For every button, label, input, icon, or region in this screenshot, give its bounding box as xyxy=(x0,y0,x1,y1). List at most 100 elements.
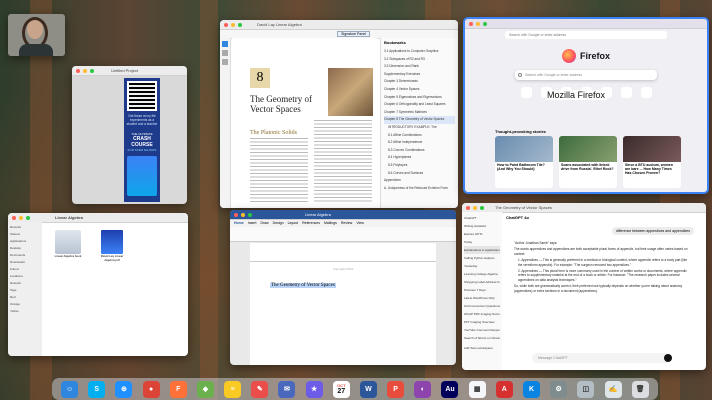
system-settings-icon[interactable]: ⚙ xyxy=(550,380,568,398)
chatgpt-sidebar-item[interactable]: Grid Conversion Questions xyxy=(464,302,500,310)
word-icon[interactable]: W xyxy=(359,380,377,398)
word-ribbon-tab[interactable]: Home xyxy=(234,220,244,227)
bookmark-item[interactable]: 8.1 Affine Combinations xyxy=(384,132,455,140)
bookmark-item[interactable]: 3.1 Applications to Computer Graphics xyxy=(384,48,455,56)
chatgpt-sidebar-item[interactable]: WCAP PDF Imaging Summary xyxy=(464,310,500,318)
story-card[interactable]: How to Paint Bathroom Tile? (And Why You… xyxy=(495,136,553,188)
minimize-button[interactable] xyxy=(19,215,23,220)
calendar-icon[interactable]: OCT 27 xyxy=(332,380,350,398)
close-button[interactable] xyxy=(76,68,80,73)
bookmark-item[interactable]: INTRODUCTORY EXAMPLE: The xyxy=(384,124,455,132)
bookmark-item[interactable]: 3.3 Dimension and Rank xyxy=(384,63,455,71)
chatgpt-sidebar-item[interactable]: Calling Python Helpers xyxy=(464,254,500,262)
minimize-button[interactable] xyxy=(473,205,477,210)
chatgpt-sidebar-item[interactable]: Learning College Algebra xyxy=(464,270,500,278)
chatgpt-window[interactable]: The Geometry of Vector Spaces ChatGPT Wri… xyxy=(462,203,706,370)
word-ribbon-tab[interactable]: Layout xyxy=(288,220,299,227)
chatgpt-tab[interactable]: The Geometry of Vector Spaces xyxy=(495,205,552,210)
word-window[interactable]: Linear Algebra Home Insert Draw Design Layou… xyxy=(230,210,456,365)
bookmark-item[interactable]: Chapter 5 Eigenvalues and Eigenvectors xyxy=(384,94,455,102)
textedit-icon[interactable]: ✍ xyxy=(604,380,622,398)
finder-icon[interactable]: ☺ xyxy=(61,380,79,398)
mail-icon[interactable]: ✉ xyxy=(278,380,296,398)
bookmark-item[interactable]: 8.4 Hyperplanes xyxy=(384,154,455,162)
finder-sidebar-item[interactable]: Orange xyxy=(10,301,40,308)
word-ribbon-tab[interactable]: Insert xyxy=(248,220,257,227)
chatgpt-sidebar-item[interactable]: Shopping Label Address Format xyxy=(464,278,500,286)
bookmark-item[interactable]: A. Uniqueness of the Reduced Echelon For… xyxy=(384,185,455,193)
chatgpt-sidebar-item[interactable]: Explanations in Applications xyxy=(464,246,500,254)
finder-file[interactable]: David Lay Linear Algebra.pdf xyxy=(94,230,130,262)
preview-titlebar[interactable]: Untitled Project xyxy=(72,66,187,76)
minimize-button[interactable] xyxy=(241,212,245,217)
pdf-tab[interactable]: David Lay Linear Algebra xyxy=(257,22,302,27)
finder-sidebar-item[interactable]: Locations xyxy=(10,273,40,280)
finder-sidebar-item[interactable]: Yellow xyxy=(10,308,40,315)
bookmark-item[interactable]: 3.2 Subspaces of R2 and R3 xyxy=(384,56,455,64)
shortcut-tile[interactable] xyxy=(520,87,532,98)
finder-sidebar-item[interactable]: Recents xyxy=(10,224,40,231)
bookmark-item[interactable]: Chapter 7 Symmetric Matrices xyxy=(384,109,455,117)
trash-icon[interactable]: 🗑 xyxy=(631,380,649,398)
shortcut-tile[interactable] xyxy=(620,87,632,98)
skype-icon[interactable]: S xyxy=(88,380,106,398)
finder-sidebar-item[interactable]: Downloads xyxy=(10,259,40,266)
affinity-icon[interactable]: ◐ xyxy=(414,380,432,398)
add-team-workspace[interactable]: Add Team workspace xyxy=(464,346,500,350)
story-card[interactable]: Since a BTU auctum, women are bare ... H… xyxy=(623,136,681,188)
model-selector[interactable]: ChatGPT 4o xyxy=(506,215,529,220)
word-titlebar[interactable]: Linear Algebra xyxy=(230,210,456,220)
chrome-icon[interactable]: ● xyxy=(142,380,160,398)
story-card[interactable]: Scans associated with linked drive from … xyxy=(559,136,617,188)
firefox-tabbar[interactable] xyxy=(465,19,707,29)
safari-icon[interactable]: ⊕ xyxy=(115,380,133,398)
finder-sidebar-item[interactable]: Red xyxy=(10,294,40,301)
minimize-button[interactable] xyxy=(476,21,480,26)
bookmark-item[interactable]: 8.6 Curves and Surfaces xyxy=(384,170,455,178)
maps-icon[interactable]: ◆ xyxy=(196,380,214,398)
minimize-button[interactable] xyxy=(83,68,87,73)
chatgpt-sidebar-item[interactable]: Explore GPTs xyxy=(464,230,500,238)
word-ribbon-tab[interactable]: Review xyxy=(341,220,352,227)
close-button[interactable] xyxy=(224,22,228,27)
shortcut-tile[interactable] xyxy=(640,87,652,98)
finder-sidebar-item[interactable]: Network xyxy=(10,280,40,287)
finder-sidebar-item[interactable]: Documents xyxy=(10,252,40,259)
zoom-button[interactable] xyxy=(238,22,242,27)
preview-window[interactable]: Untitled Project Get these at my life ex… xyxy=(72,66,187,204)
chatgpt-sidebar-item[interactable]: YouTube Comment Response xyxy=(464,326,500,334)
document-heading[interactable]: The Geometry of Vector Spaces xyxy=(270,283,336,288)
bookmark-item[interactable]: Chapter 4 Vector Spaces xyxy=(384,86,455,94)
close-button[interactable] xyxy=(466,205,470,210)
word-ribbon-tab[interactable]: References xyxy=(302,220,320,227)
chatgpt-sidebar-item[interactable]: ChatGPT xyxy=(464,214,500,222)
bookmark-item[interactable]: 8.5 Polytopes xyxy=(384,162,455,170)
close-button[interactable] xyxy=(12,215,16,220)
word-ribbon-tab[interactable]: View xyxy=(356,220,364,227)
keynote-icon[interactable]: K xyxy=(523,380,540,398)
pdf-window[interactable]: David Lay Linear Algebra Signature Panel… xyxy=(220,20,458,208)
bookmark-item[interactable]: Chapter 8 The Geometry of Vector Spaces xyxy=(384,116,455,124)
chatgpt-sidebar-item[interactable]: Yesterday xyxy=(464,262,500,270)
acrobat-icon[interactable]: A xyxy=(495,380,513,398)
pdf-expert-icon[interactable]: P xyxy=(387,380,405,398)
signature-button[interactable]: Signature Panel xyxy=(337,31,370,37)
finder-sidebar-item[interactable]: Applications xyxy=(10,238,40,245)
send-button[interactable] xyxy=(664,354,672,362)
word-ribbon-tab[interactable]: Mailings xyxy=(324,220,337,227)
chatgpt-sidebar-item[interactable]: Search of Shorts on Channel xyxy=(464,334,500,342)
imovie-icon[interactable]: ★ xyxy=(305,380,323,398)
zoom-button[interactable] xyxy=(248,212,252,217)
finder-sidebar-item[interactable]: Tags xyxy=(10,287,40,294)
image-capture-icon[interactable]: ◫ xyxy=(577,380,595,398)
chatgpt-sidebar-item[interactable]: Today xyxy=(464,238,500,246)
pencil-icon[interactable]: ✎ xyxy=(251,380,269,398)
close-button[interactable] xyxy=(234,212,238,217)
bookmark-item[interactable]: 8.2 Affine Independence xyxy=(384,139,455,147)
finder-sidebar-item[interactable]: iCloud xyxy=(10,266,40,273)
preview-icon[interactable]: ▦ xyxy=(468,380,486,398)
bookmark-item[interactable]: Appendixes xyxy=(384,177,455,185)
firefox-urlbar[interactable]: Search with Google or enter address xyxy=(505,31,667,39)
notes-icon[interactable]: ≡ xyxy=(224,380,242,398)
audition-icon[interactable]: Au xyxy=(441,380,459,398)
